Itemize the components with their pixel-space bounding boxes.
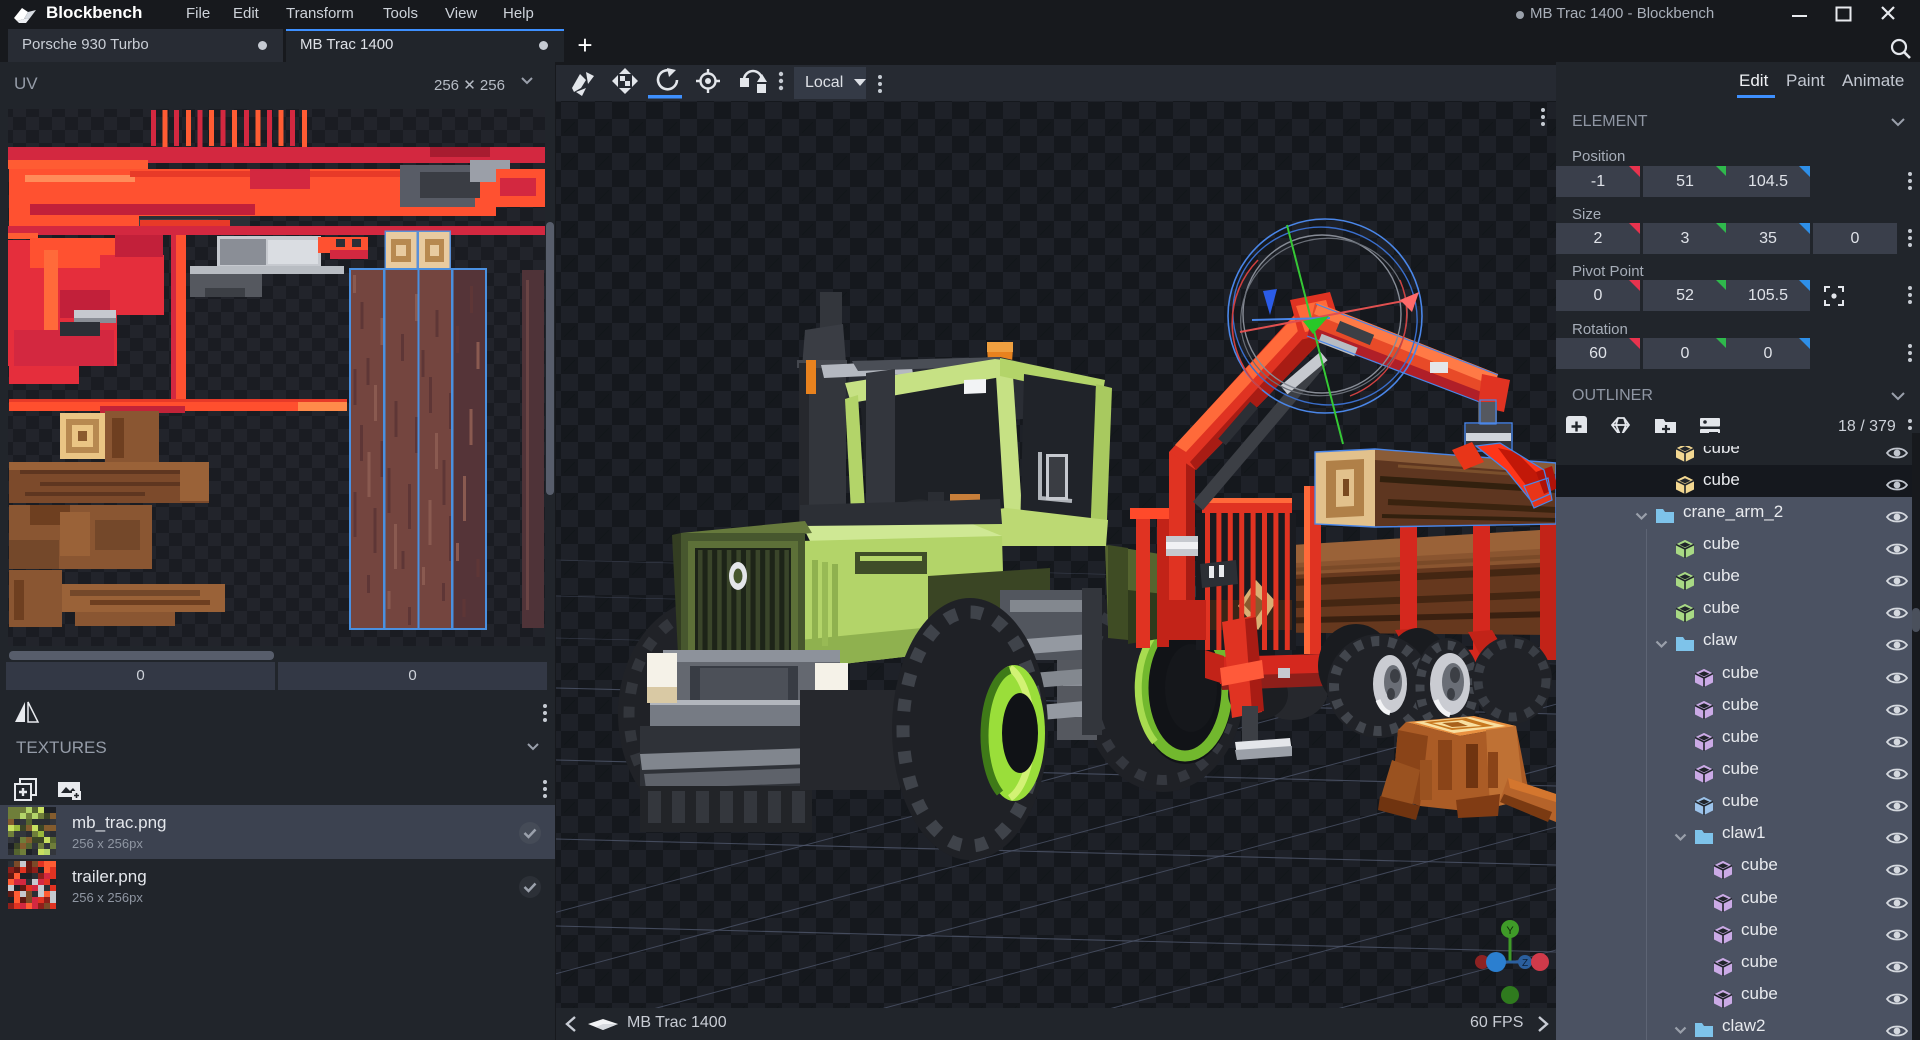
svg-text:Y: Y bbox=[1506, 925, 1514, 937]
svg-text:Z: Z bbox=[1522, 958, 1528, 969]
